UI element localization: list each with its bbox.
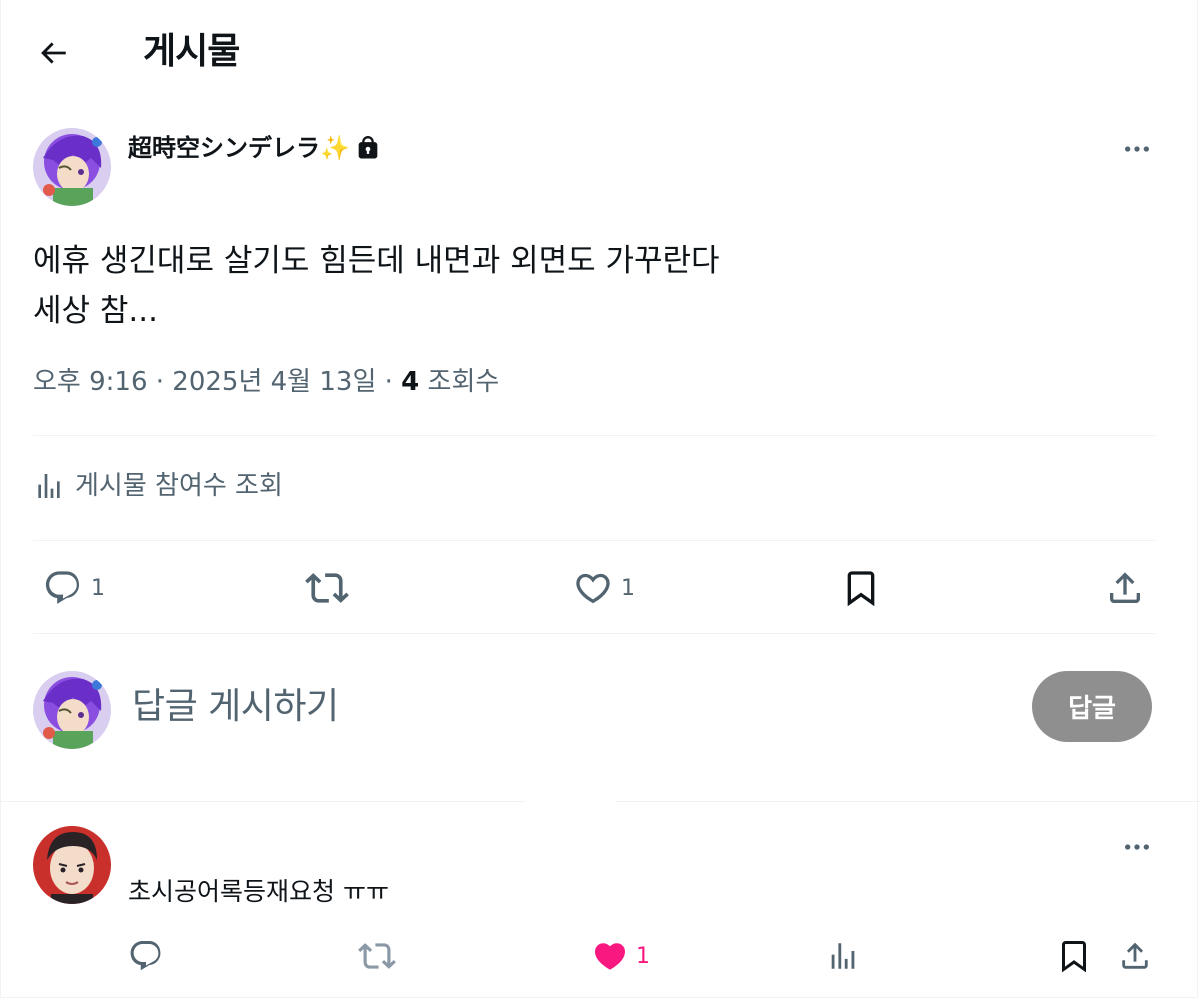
divider: [0, 801, 525, 802]
bookmark-button[interactable]: [841, 560, 881, 616]
reply-like-button[interactable]: 1: [592, 930, 650, 982]
divider: [33, 633, 1155, 634]
engagement-label: 게시물 참여수 조회: [75, 471, 283, 501]
divider: [33, 435, 1155, 436]
back-button[interactable]: [28, 28, 78, 78]
divider: [615, 801, 1200, 802]
post-text-line: 세상 참...: [33, 293, 158, 329]
like-button[interactable]: 1: [573, 560, 635, 616]
like-count: 1: [621, 575, 635, 601]
view-engagements-link[interactable]: 게시물 참여수 조회: [33, 466, 283, 506]
reply-input[interactable]: 답글 게시하기: [132, 683, 339, 731]
reply-repost-button[interactable]: [358, 930, 396, 982]
share-button[interactable]: [1105, 560, 1145, 616]
retweet-icon: [358, 943, 396, 969]
reply-more-button[interactable]: [1115, 825, 1159, 869]
reply-analytics-button[interactable]: [826, 930, 860, 982]
author-name[interactable]: 超時空シンデレラ✨: [128, 130, 350, 166]
divider: [33, 540, 1155, 541]
my-avatar[interactable]: [33, 671, 111, 749]
post-action-bar: 1 1: [33, 560, 1155, 616]
retweet-icon: [305, 573, 349, 603]
author-name-row[interactable]: 超時空シンデレラ✨: [128, 130, 382, 166]
reply-submit-button[interactable]: 답글: [1032, 671, 1152, 742]
share-icon: [1122, 942, 1148, 969]
reply-reply-button[interactable]: [128, 930, 164, 982]
reply-count: 1: [91, 575, 105, 601]
page-title: 게시물: [143, 31, 240, 72]
views-label: 조회수: [419, 367, 500, 397]
analytics-icon: [831, 943, 855, 969]
reply-bookmark-button[interactable]: [1056, 930, 1092, 982]
reply-share-button[interactable]: [1118, 930, 1152, 982]
reply-icon: [130, 941, 161, 971]
more-icon: [1125, 146, 1149, 152]
post-more-button[interactable]: [1115, 127, 1159, 171]
lock-icon: [358, 136, 378, 159]
author-avatar[interactable]: [33, 128, 111, 206]
views-count: 4: [401, 367, 420, 397]
analytics-icon: [38, 474, 60, 498]
heart-icon: [576, 573, 610, 604]
reply-action-bar: 1: [128, 930, 1158, 982]
reply-icon: [45, 571, 80, 604]
post-text: 에휴 생긴대로 살기도 힘든데 내면과 외면도 가꾸란다 세상 참...: [33, 236, 720, 336]
reply-button[interactable]: 1: [43, 560, 105, 616]
reply-like-count: 1: [636, 943, 650, 969]
bookmark-icon: [1062, 941, 1086, 973]
post-meta: 오후 9:16 · 2025년 4월 13일 · 4 조회수: [33, 362, 499, 402]
more-icon: [1125, 844, 1149, 850]
top-header: 게시물: [0, 0, 1200, 104]
reply-text: 초시공어록등재요청 ㅠㅠ: [128, 877, 389, 906]
bookmark-icon: [847, 571, 875, 607]
post-text-line: 에휴 생긴대로 살기도 힘든데 내면과 외면도 가꾸란다: [33, 243, 720, 279]
repost-button[interactable]: [305, 560, 349, 616]
heart-icon: [594, 943, 626, 970]
post-timestamp[interactable]: 오후 9:16 · 2025년 4월 13일 ·: [33, 367, 401, 397]
back-arrow-icon: [41, 42, 66, 64]
reply-author-avatar[interactable]: [33, 826, 111, 904]
share-icon: [1110, 572, 1140, 603]
